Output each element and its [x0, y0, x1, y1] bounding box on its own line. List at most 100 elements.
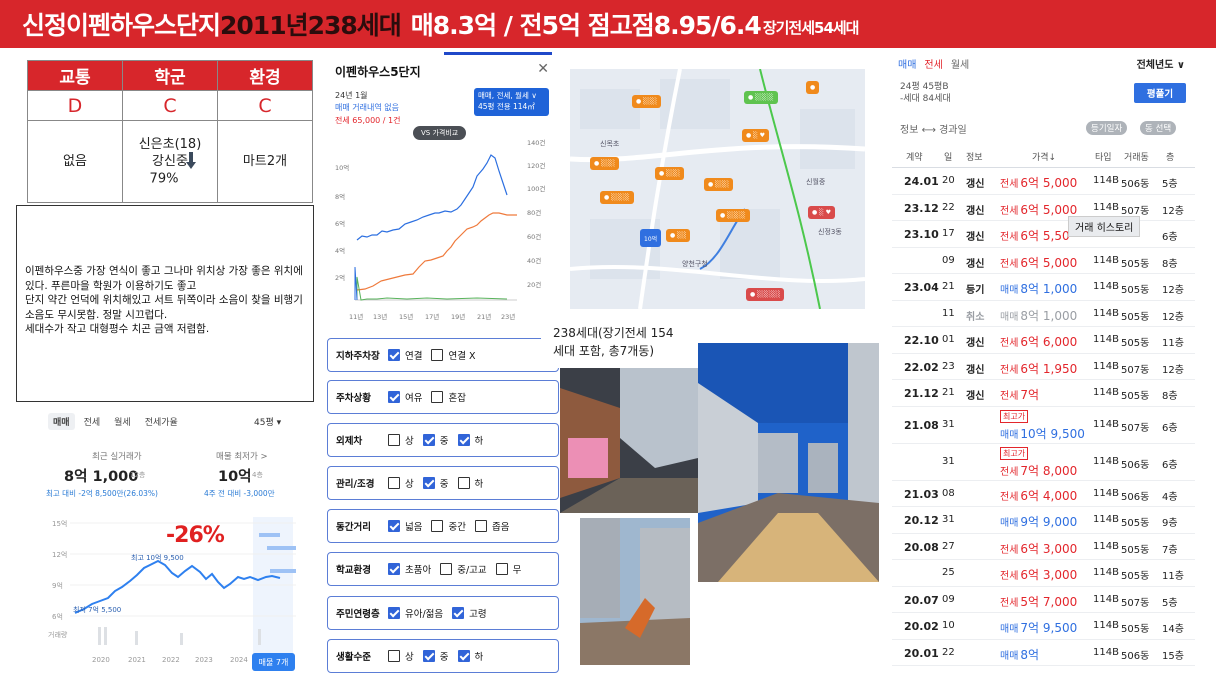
- table-row[interactable]: 20.02 10 매매 7억 9,500 114B 505동 14층: [892, 613, 1195, 640]
- checklist-option[interactable]: 상: [388, 476, 414, 490]
- checkbox[interactable]: [422, 650, 435, 662]
- table-row[interactable]: 20.12 31 매매 9억 9,000 114B 505동 9층: [892, 507, 1195, 534]
- price-cell: 전세 7억: [1000, 386, 1039, 403]
- cell-fl: 8층: [1162, 258, 1178, 270]
- checkbox[interactable]: [431, 349, 444, 361]
- price-value: 7억: [1020, 388, 1040, 402]
- checkbox[interactable]: [388, 349, 400, 361]
- map-pin-orange[interactable]: ● ░░░: [655, 167, 684, 180]
- checklist-option[interactable]: 넓음: [388, 519, 422, 533]
- map-pin-orange[interactable]: ● ░░: [666, 229, 691, 242]
- checklist-option[interactable]: 중: [422, 476, 449, 490]
- checklist-option[interactable]: 혼잡: [431, 390, 466, 404]
- trade-type: 전세: [1000, 571, 1019, 582]
- checkbox[interactable]: [457, 650, 470, 662]
- cell-ym: 22.02: [904, 360, 939, 374]
- table-row[interactable]: 31 최고가 전세 7억 8,000 114B 506동 6층: [892, 444, 1195, 481]
- checkbox[interactable]: [452, 607, 465, 619]
- map-pin-green[interactable]: ● ░░░░: [744, 91, 778, 104]
- building-select-chip[interactable]: 동 선택: [1140, 121, 1177, 135]
- cell-d: 21: [942, 281, 955, 292]
- checklist-option[interactable]: 유아/젊음: [388, 606, 443, 620]
- checklist-option[interactable]: 초품아: [388, 562, 431, 576]
- checkbox[interactable]: [388, 607, 400, 619]
- checkbox[interactable]: [457, 434, 470, 446]
- col-price[interactable]: 가격↓: [1032, 150, 1056, 163]
- checkbox[interactable]: [388, 650, 400, 662]
- map-pin-orange[interactable]: ●: [806, 81, 820, 94]
- size-expand-button[interactable]: 평풀기: [1134, 83, 1186, 103]
- year-2020: 2020: [92, 656, 110, 664]
- map-view[interactable]: ● ░░░ ● ░░░░ ● ● ░ ♥ ● ░░░ ● ░░░ ● ░░░ ●…: [570, 69, 865, 309]
- tx-tab-sale[interactable]: 매매: [898, 56, 916, 71]
- checklist-option[interactable]: 상: [388, 649, 414, 663]
- volume-bar: [180, 633, 183, 645]
- map-pin-red[interactable]: ● ░ ♥: [808, 206, 836, 219]
- price-cell: 매매 8억 1,000: [1000, 280, 1077, 297]
- checklist-option[interactable]: 하: [457, 476, 483, 490]
- history-chart: [354, 154, 517, 301]
- map-pin-blue[interactable]: 10억: [640, 229, 662, 247]
- checkbox[interactable]: [388, 434, 400, 446]
- map-pin-orange[interactable]: ● ░░░: [704, 178, 733, 191]
- table-row[interactable]: 21.08 31 최고가 매매 10억 9,500 114B 507동 6층: [892, 407, 1195, 444]
- sort-toggle[interactable]: 정보 ⟷ 경과일: [900, 121, 967, 136]
- checkbox[interactable]: [422, 434, 435, 446]
- checklist-option[interactable]: 좁음: [474, 519, 509, 533]
- table-row[interactable]: 22.02 23 갱신 전세 6억 1,950 114B 507동 12층: [892, 354, 1195, 380]
- table-row[interactable]: 20.01 22 매매 8억 114B 506동 15층: [892, 640, 1195, 666]
- cell-dn: 505동: [1121, 518, 1150, 529]
- table-row[interactable]: 21.03 08 전세 6억 4,000 114B 506동 4층: [892, 481, 1195, 507]
- registry-date-chip[interactable]: 등기일자: [1086, 121, 1128, 135]
- map-pin-orange[interactable]: ● ░ ♥: [742, 129, 770, 142]
- map-pin-orange[interactable]: ● ░░░░: [716, 209, 750, 222]
- checkbox[interactable]: [457, 477, 470, 489]
- checklist-option[interactable]: 중/고교: [440, 562, 487, 576]
- cell-fl: 4층: [1162, 491, 1178, 503]
- table-row[interactable]: 22.10 01 갱신 전세 6억 6,000 114B 505동 11층: [892, 327, 1195, 354]
- col-type: 타입: [1095, 153, 1112, 163]
- checkbox[interactable]: [440, 563, 453, 575]
- checklist-option[interactable]: 고령: [452, 606, 487, 620]
- cell-fl: 8층: [1162, 391, 1178, 402]
- checkbox[interactable]: [474, 520, 487, 532]
- checklist-option[interactable]: 여유: [388, 390, 422, 404]
- checkbox[interactable]: [431, 520, 444, 532]
- table-row[interactable]: 25 전세 6억 3,000 114B 505동 11층: [892, 560, 1195, 587]
- checklist-option[interactable]: 상: [388, 433, 414, 447]
- table-row[interactable]: 23.10 17 갱신 전세 6억 5,50 6층: [892, 221, 1195, 248]
- map-pin-red[interactable]: ● ░░░░░: [746, 288, 785, 301]
- map-pin-orange[interactable]: ● ░░░: [590, 157, 619, 170]
- table-row[interactable]: 11 취소 매매 8억 1,000 114B 505동 12층: [892, 301, 1195, 327]
- table-row[interactable]: 09 갱신 전세 6억 5,000 114B 505동 8층: [892, 248, 1195, 274]
- checklist-option[interactable]: 하: [457, 433, 483, 447]
- table-row[interactable]: 21.12 21 갱신 전세 7억 114B 505동 8층: [892, 380, 1195, 407]
- checkbox[interactable]: [495, 563, 508, 575]
- checkbox[interactable]: [431, 391, 444, 403]
- table-row[interactable]: 23.04 21 등기 매매 8억 1,000 114B 505동 12층: [892, 274, 1195, 301]
- checkbox[interactable]: [422, 477, 435, 489]
- year-filter[interactable]: 전체년도 ∨: [1137, 56, 1185, 71]
- checklist-option[interactable]: 연결 X: [431, 348, 476, 362]
- checkbox[interactable]: [388, 520, 400, 532]
- checklist-option[interactable]: 중: [422, 433, 449, 447]
- checklist-option[interactable]: 하: [457, 649, 483, 663]
- listings-button[interactable]: 매물 7개: [252, 653, 295, 671]
- map-pin-orange[interactable]: ● ░░░░: [600, 191, 634, 204]
- checkbox[interactable]: [388, 477, 400, 489]
- checkbox[interactable]: [388, 391, 400, 403]
- tx-tab-jeonse[interactable]: 전세: [924, 56, 942, 71]
- table-row[interactable]: 20.07 09 전세 5억 7,000 114B 507동 5층: [892, 587, 1195, 613]
- map-pin-orange[interactable]: ● ░░░: [632, 95, 661, 108]
- table-row[interactable]: 20.08 27 전세 6억 3,000 114B 505동 7층: [892, 534, 1195, 560]
- checkbox[interactable]: [388, 563, 400, 575]
- checklist-option[interactable]: 연결: [388, 348, 422, 362]
- table-row[interactable]: 23.12 22 갱신 전세 6억 5,000 114B 507동 12층: [892, 195, 1195, 221]
- trade-type: 매매: [1000, 429, 1019, 441]
- checklist-option[interactable]: 무: [495, 562, 521, 576]
- cell-ym: 20.12: [904, 514, 939, 527]
- checklist-option[interactable]: 중: [422, 649, 449, 663]
- checklist-option[interactable]: 중간: [431, 519, 466, 533]
- tx-tab-monthly[interactable]: 월세: [951, 56, 969, 71]
- table-row[interactable]: 24.01 20 갱신 전세 6억 5,000 114B 506동 5층: [892, 168, 1195, 195]
